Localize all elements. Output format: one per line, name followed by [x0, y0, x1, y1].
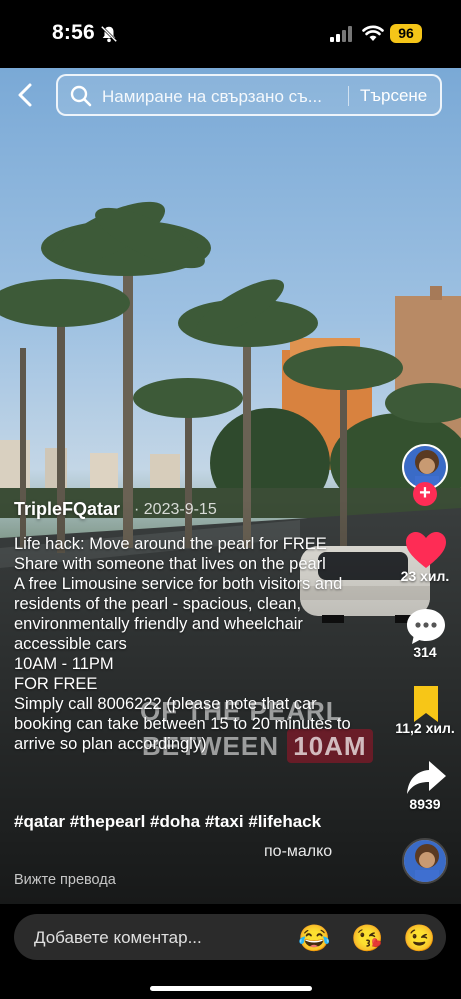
share-icon[interactable]	[404, 758, 448, 798]
share-count: 8939	[409, 796, 441, 812]
translate-link[interactable]: Вижте превода	[14, 872, 116, 888]
comment-icon[interactable]	[404, 606, 448, 646]
caption-line: FOR FREE	[14, 675, 98, 693]
status-bar: 8:56 96	[0, 0, 461, 68]
video-frame	[0, 201, 461, 904]
emoji-kiss[interactable]: 😘	[351, 923, 383, 953]
save-count: 11,2 хил.	[395, 720, 455, 736]
show-less-link[interactable]: по-малко	[264, 843, 332, 861]
signal-icon	[330, 26, 352, 42]
caption-line: A free Limousine service for both visito…	[14, 575, 343, 653]
status-time: 8:56	[52, 21, 95, 44]
battery-indicator: 96	[390, 24, 422, 43]
search-input[interactable]: Намиране на свързано съ...	[102, 87, 346, 107]
wifi-icon	[362, 25, 384, 41]
post-date: · 2023-9-15	[134, 501, 217, 518]
search-divider	[348, 86, 349, 106]
bell-muted-icon	[100, 25, 118, 43]
comment-count: 314	[413, 644, 437, 660]
caption-line: Share with someone that lives on the pea…	[14, 555, 326, 573]
back-arrow-icon[interactable]	[14, 82, 38, 108]
search-icon	[70, 85, 92, 107]
hashtags[interactable]: #qatar #thepearl #doha #taxi #lifehack	[14, 812, 321, 832]
emoji-wink[interactable]: 😉	[403, 923, 435, 953]
author-name[interactable]: TripleFQatar	[14, 499, 120, 520]
like-count: 23 хил.	[400, 568, 450, 584]
post-caption: Life hack: Move around the pearl for FRE…	[14, 534, 354, 754]
home-indicator[interactable]	[150, 986, 312, 991]
comment-placeholder: Добавете коментар...	[34, 928, 202, 947]
follow-button[interactable]: +	[413, 482, 437, 506]
music-disc[interactable]	[402, 838, 448, 884]
comment-input[interactable]: Добавете коментар... 😂 😘 😉	[14, 914, 446, 960]
caption-line: 10AM - 11PM	[14, 655, 114, 673]
search-button[interactable]: Търсене	[360, 86, 427, 106]
caption-line: Life hack: Move around the pearl for FRE…	[14, 535, 327, 553]
video-player[interactable]: OF THE PEARL BETWEEN 10AM	[0, 68, 461, 904]
comment-bar: Добавете коментар... 😂 😘 😉	[0, 904, 461, 999]
search-bar[interactable]: Намиране на свързано съ... Търсене	[56, 74, 442, 116]
bookmark-icon[interactable]	[404, 684, 448, 724]
heart-icon[interactable]	[404, 530, 448, 570]
emoji-laugh[interactable]: 😂	[298, 923, 330, 953]
caption-line: Simply call 8006222 (please note that ca…	[14, 695, 351, 753]
